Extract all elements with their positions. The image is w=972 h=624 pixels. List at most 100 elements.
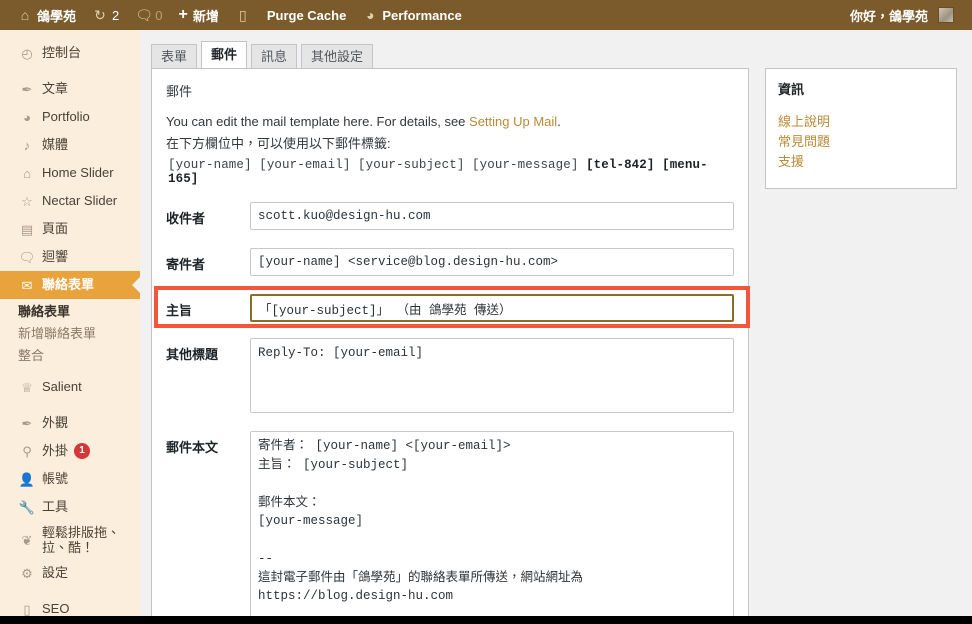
info-sidebar-box: 資訊 線上說明 常見問題 支援 bbox=[765, 68, 957, 189]
admin-bar-my-account[interactable]: 你好，鴿學苑 bbox=[842, 0, 972, 30]
additional-headers-textarea[interactable] bbox=[250, 338, 734, 414]
admin-bar-comments[interactable]: 🗨 0 bbox=[127, 0, 170, 30]
layout-icon: ❦ bbox=[21, 532, 33, 548]
tab-mail[interactable]: 郵件 bbox=[201, 41, 248, 68]
panel-intro-line2: 在下方欄位中，可以使用以下郵件標籤: bbox=[166, 136, 391, 152]
sidebar-item-posts[interactable]: ✒ 文章 bbox=[0, 75, 140, 103]
sidebar-item-home-slider[interactable]: ⌂ Home Slider bbox=[0, 159, 140, 187]
plus-icon: + bbox=[178, 6, 188, 23]
sidebar-item-plugins[interactable]: ⚲ 外掛 1 bbox=[0, 437, 140, 465]
comments-count: 0 bbox=[155, 7, 163, 23]
subject-label: 主旨 bbox=[166, 303, 193, 319]
sidebar-item-label: 輕鬆排版拖、拉、酷！ bbox=[42, 524, 121, 555]
message-body-textarea[interactable] bbox=[250, 431, 734, 616]
purge-cache-label: Purge Cache bbox=[266, 7, 347, 23]
new-content-label: 新增 bbox=[192, 8, 219, 24]
info-link-online-help[interactable]: 線上說明 bbox=[778, 112, 944, 132]
sidebar-item-label: 聯絡表單 bbox=[42, 276, 95, 292]
plugins-update-badge: 1 bbox=[74, 443, 91, 459]
sidebar-item-label: 外掛 bbox=[42, 442, 69, 458]
site-name-label: 鴿學苑 bbox=[37, 8, 77, 24]
sidebar-divider bbox=[0, 67, 140, 75]
sidebar-item-label: 媒體 bbox=[42, 136, 69, 152]
envelope-icon: ✉ bbox=[21, 277, 33, 293]
sidebar-item-label: 文章 bbox=[42, 80, 69, 96]
sidebar-item-nectar-slider[interactable]: ☆ Nectar Slider bbox=[0, 187, 140, 215]
sidebar-item-label: SEO bbox=[42, 600, 70, 616]
recipient-label: 收件者 bbox=[166, 211, 206, 227]
account-greeting: 你好，鴿學苑 bbox=[849, 8, 928, 24]
subject-input[interactable] bbox=[250, 294, 734, 323]
sidebar-subitem-add-contact-form[interactable]: 新增聯絡表單 bbox=[0, 323, 140, 345]
sidebar-item-tools[interactable]: 🔧 工具 bbox=[0, 493, 140, 521]
crown-icon: ♕ bbox=[21, 379, 33, 395]
sidebar-item-label: Portfolio bbox=[42, 108, 90, 124]
sidebar-item-dashboard[interactable]: ◴ 控制台 bbox=[0, 39, 140, 67]
sidebar-item-users[interactable]: 👤 帳號 bbox=[0, 465, 140, 493]
panel-heading: 郵件 bbox=[166, 84, 193, 99]
sidebar-submenu-contact-form: 聯絡表單 新增聯絡表單 整合 bbox=[0, 299, 140, 373]
admin-bar-updates[interactable]: ↻ 2 bbox=[84, 0, 127, 30]
bottom-black-strip bbox=[0, 616, 972, 624]
comment-icon: 🗨 bbox=[135, 7, 154, 23]
sidebar-item-contact-form[interactable]: ✉ 聯絡表單 bbox=[0, 271, 140, 299]
sidebar-subitem-contact-forms[interactable]: 聯絡表單 bbox=[0, 301, 140, 323]
recipient-input[interactable] bbox=[250, 202, 734, 231]
sidebar-item-seo[interactable]: ▯ SEO bbox=[0, 595, 140, 616]
admin-bar-purge-cache[interactable]: Purge Cache bbox=[259, 0, 354, 30]
dashboard-icon: ◴ bbox=[21, 45, 33, 61]
sidebar-item-label: 工具 bbox=[42, 498, 69, 514]
admin-bar-performance[interactable]: ◕ Performance bbox=[354, 0, 469, 30]
star-icon: ☆ bbox=[21, 193, 33, 209]
sidebar-item-label: Nectar Slider bbox=[42, 192, 118, 208]
sidebar-item-comments[interactable]: 🗨 迴響 bbox=[0, 243, 140, 271]
wrench-icon: 🔧 bbox=[18, 499, 36, 515]
comment-icon: 🗨 bbox=[18, 249, 36, 265]
admin-bar-seo[interactable]: ▯ bbox=[227, 0, 259, 30]
field-row-subject: 主旨 bbox=[154, 286, 750, 329]
field-row-additional-headers: 其他標題 bbox=[166, 338, 734, 414]
sender-input[interactable] bbox=[250, 248, 734, 277]
sidebar-item-page-builder[interactable]: ❦ 輕鬆排版拖、拉、酷！ bbox=[0, 521, 140, 559]
sidebar-divider bbox=[0, 401, 140, 409]
pin-icon: ✒ bbox=[21, 81, 33, 97]
sidebar-item-portfolio[interactable]: ◕ Portfolio bbox=[0, 103, 140, 131]
portfolio-icon: ◕ bbox=[23, 109, 31, 125]
tab-form[interactable]: 表單 bbox=[151, 44, 198, 69]
avatar bbox=[938, 7, 954, 23]
admin-bar-site-name[interactable]: ⌂ 鴿學苑 bbox=[9, 0, 84, 30]
sender-label: 寄件者 bbox=[166, 257, 206, 273]
sidebar-item-pages[interactable]: ▤ 頁面 bbox=[0, 215, 140, 243]
sidebar-item-media[interactable]: ♪ 媒體 bbox=[0, 131, 140, 159]
subject-control bbox=[250, 294, 734, 323]
sidebar-top-gap bbox=[0, 30, 140, 39]
sidebar-item-appearance[interactable]: ✒ 外觀 bbox=[0, 409, 140, 437]
main-content-area: 表單 郵件 訊息 其他設定 郵件 You can edit the mail t… bbox=[140, 30, 972, 616]
info-link-support[interactable]: 支援 bbox=[778, 152, 944, 172]
performance-icon: ◕ bbox=[366, 7, 375, 23]
brush-icon: ✒ bbox=[21, 415, 33, 431]
user-icon: 👤 bbox=[18, 471, 36, 487]
message-body-label: 郵件本文 bbox=[166, 440, 219, 456]
info-link-faq[interactable]: 常見問題 bbox=[778, 132, 944, 152]
tab-additional-settings[interactable]: 其他設定 bbox=[301, 44, 374, 69]
intro-prefix-text: You can edit the mail template here. For… bbox=[166, 114, 470, 129]
admin-bar-left-items: ⌂ 鴿學苑 ↻ 2 🗨 0 + 新增 ▯ Purge Cache ◕ Perfo… bbox=[0, 0, 470, 30]
info-box-title: 資訊 bbox=[778, 82, 805, 97]
home-slider-icon: ⌂ bbox=[23, 165, 31, 181]
admin-bar: ⌂ 鴿學苑 ↻ 2 🗨 0 + 新增 ▯ Purge Cache ◕ Perfo… bbox=[0, 0, 972, 30]
tab-messages[interactable]: 訊息 bbox=[251, 44, 298, 69]
setting-up-mail-link[interactable]: Setting Up Mail bbox=[469, 114, 557, 129]
admin-bar-new-content[interactable]: + 新增 bbox=[170, 0, 226, 30]
field-row-recipient: 收件者 bbox=[166, 202, 734, 231]
updates-count: 2 bbox=[112, 7, 120, 23]
account-greeting-wrap[interactable]: 你好，鴿學苑 bbox=[842, 0, 962, 30]
mail-tags-plain: [your-name] [your-email] [your-subject] … bbox=[168, 158, 587, 173]
sidebar-item-salient[interactable]: ♕ Salient bbox=[0, 373, 140, 401]
message-body-control bbox=[250, 431, 734, 616]
wordpress-admin-screen: ⌂ 鴿學苑 ↻ 2 🗨 0 + 新增 ▯ Purge Cache ◕ Perfo… bbox=[0, 0, 972, 624]
sender-control bbox=[250, 248, 734, 277]
sidebar-item-settings[interactable]: ⚙ 設定 bbox=[0, 559, 140, 587]
field-row-sender: 寄件者 bbox=[166, 248, 734, 277]
sidebar-subitem-integration[interactable]: 整合 bbox=[0, 345, 140, 367]
